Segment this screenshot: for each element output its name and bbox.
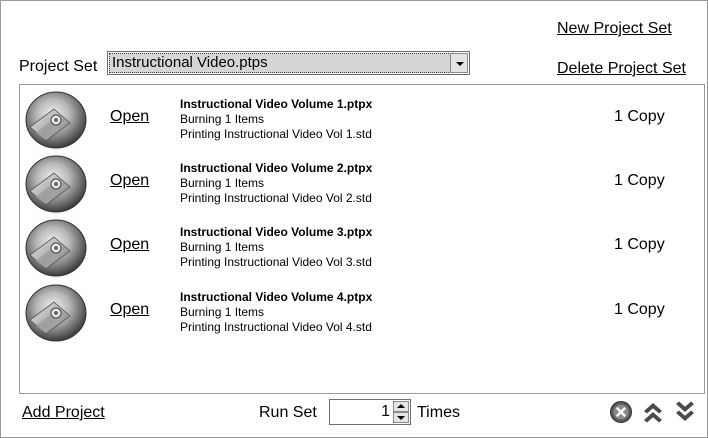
project-title: Instructional Video Volume 1.ptpx — [180, 97, 373, 111]
printing-info: Printing Instructional Video Vol 4.std — [180, 320, 372, 334]
project-set-value: Instructional Video.ptps — [109, 53, 451, 73]
open-project-link[interactable]: Open — [110, 172, 149, 190]
project-title: Instructional Video Volume 2.ptpx — [180, 161, 373, 175]
project-set-label: Project Set — [19, 58, 98, 75]
app-window: New Project Set Delete Project Set Proje… — [0, 0, 708, 438]
open-project-link[interactable]: Open — [110, 108, 149, 126]
double-chevron-down-icon[interactable] — [673, 400, 697, 424]
disc-icon — [24, 217, 88, 277]
run-set-label: Run Set — [259, 404, 317, 421]
project-row: Open Instructional Video Volume 4.ptpx Bur… — [20, 280, 704, 344]
open-project-link[interactable]: Open — [110, 301, 149, 319]
copies-count: 1 Copy — [614, 172, 665, 189]
printing-info: Printing Instructional Video Vol 2.std — [180, 191, 372, 205]
burning-info: Burning 1 Items — [180, 176, 265, 190]
chevron-down-icon[interactable] — [450, 53, 468, 73]
new-project-set-link[interactable]: New Project Set — [557, 20, 672, 38]
run-set-stepper[interactable]: 1 — [329, 399, 411, 425]
printing-info: Printing Instructional Video Vol 3.std — [180, 255, 372, 269]
run-set-value[interactable]: 1 — [381, 403, 390, 421]
close-circle-icon[interactable] — [609, 400, 633, 424]
stepper-down-icon[interactable] — [393, 412, 409, 423]
burning-info: Burning 1 Items — [180, 240, 265, 254]
open-project-link[interactable]: Open — [110, 236, 149, 254]
stepper-up-icon[interactable] — [393, 401, 409, 412]
delete-project-set-link[interactable]: Delete Project Set — [557, 60, 686, 78]
printing-info: Printing Instructional Video Vol 1.std — [180, 127, 372, 141]
project-row: Open Instructional Video Volume 1.ptpx Bur… — [20, 87, 704, 151]
project-set-select[interactable]: Instructional Video.ptps — [107, 51, 470, 75]
project-row: Open Instructional Video Volume 3.ptpx Bur… — [20, 215, 704, 279]
double-chevron-up-icon[interactable] — [641, 400, 665, 424]
project-title: Instructional Video Volume 4.ptpx — [180, 290, 373, 304]
copies-count: 1 Copy — [614, 301, 665, 318]
copies-count: 1 Copy — [614, 108, 665, 125]
disc-icon — [24, 153, 88, 213]
add-project-link[interactable]: Add Project — [22, 404, 105, 422]
project-row: Open Instructional Video Volume 2.ptpx Bur… — [20, 151, 704, 215]
project-title: Instructional Video Volume 3.ptpx — [180, 225, 373, 239]
project-list: Open Instructional Video Volume 1.ptpx Bur… — [19, 84, 705, 394]
burning-info: Burning 1 Items — [180, 112, 265, 126]
times-label: Times — [417, 404, 460, 421]
disc-icon — [24, 89, 88, 149]
disc-icon — [24, 282, 88, 342]
copies-count: 1 Copy — [614, 236, 665, 253]
burning-info: Burning 1 Items — [180, 305, 265, 319]
